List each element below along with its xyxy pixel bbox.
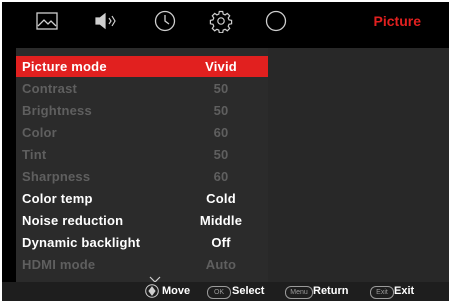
menu-item-sharpness[interactable]: Sharpness 60 bbox=[16, 166, 268, 187]
menu-item-value: 60 bbox=[213, 169, 229, 184]
search-icon[interactable] bbox=[264, 9, 288, 33]
menu-item-label: Color temp bbox=[22, 191, 93, 206]
return-hint: Return bbox=[313, 285, 349, 297]
exit-key-icon: Exit bbox=[370, 286, 394, 299]
scroll-down-chevron-icon[interactable] bbox=[148, 272, 162, 283]
menu-item-value: Off bbox=[211, 235, 231, 250]
menu-item-hdmi-mode[interactable]: HDMI mode Auto bbox=[16, 254, 268, 275]
menu-key-icon: Menu bbox=[285, 286, 313, 299]
menu-item-label: Brightness bbox=[22, 103, 92, 118]
menu-item-label: Noise reduction bbox=[22, 213, 124, 228]
menu-item-label: Tint bbox=[22, 147, 47, 162]
menu-item-tint[interactable]: Tint 50 bbox=[16, 144, 268, 165]
move-hint: Move bbox=[162, 285, 191, 297]
menu-item-value: Middle bbox=[199, 213, 243, 228]
menu-item-value: 50 bbox=[213, 147, 229, 162]
menu-item-label: Contrast bbox=[22, 81, 78, 96]
ok-key-icon: OK bbox=[207, 286, 231, 299]
menu-item-value: Cold bbox=[206, 191, 236, 206]
preview-panel bbox=[268, 48, 449, 282]
menu-item-label: HDMI mode bbox=[22, 257, 96, 272]
active-tab-title: Picture bbox=[373, 13, 421, 29]
dpad-icon bbox=[145, 284, 159, 298]
menu-item-label: Sharpness bbox=[22, 169, 91, 184]
menu-item-value: 50 bbox=[213, 81, 229, 96]
menu-item-value: 60 bbox=[213, 125, 229, 140]
key-hint-bar: Move OK Select Menu Return Exit Exit bbox=[2, 282, 449, 301]
speaker-icon[interactable] bbox=[94, 9, 118, 33]
tv-osd-frame: Picture Picture mode Vivid Contrast 50 B… bbox=[2, 2, 449, 301]
clock-icon[interactable] bbox=[153, 9, 177, 33]
menu-item-dynamic-backlight[interactable]: Dynamic backlight Off bbox=[16, 232, 268, 253]
menu-item-contrast[interactable]: Contrast 50 bbox=[16, 78, 268, 99]
exit-hint: Exit bbox=[394, 285, 415, 297]
menu-item-brightness[interactable]: Brightness 50 bbox=[16, 100, 268, 121]
menu-item-noise-reduction[interactable]: Noise reduction Middle bbox=[16, 210, 268, 231]
tab-bar: Picture bbox=[2, 2, 449, 40]
picture-settings-menu: Picture mode Vivid Contrast 50 Brightnes… bbox=[16, 48, 268, 283]
menu-item-picture-mode[interactable]: Picture mode Vivid bbox=[16, 56, 268, 77]
menu-item-value: 50 bbox=[213, 103, 229, 118]
menu-item-label: Color bbox=[22, 125, 57, 140]
menu-item-value: Auto bbox=[205, 257, 237, 272]
settings-gear-icon[interactable] bbox=[209, 9, 233, 33]
menu-item-value: Vivid bbox=[205, 59, 237, 74]
select-hint: Select bbox=[232, 285, 265, 297]
menu-item-color-temp[interactable]: Color temp Cold bbox=[16, 188, 268, 209]
menu-item-color[interactable]: Color 60 bbox=[16, 122, 268, 143]
menu-item-label: Dynamic backlight bbox=[22, 235, 141, 250]
picture-icon[interactable] bbox=[35, 9, 59, 33]
menu-item-label: Picture mode bbox=[22, 59, 107, 74]
